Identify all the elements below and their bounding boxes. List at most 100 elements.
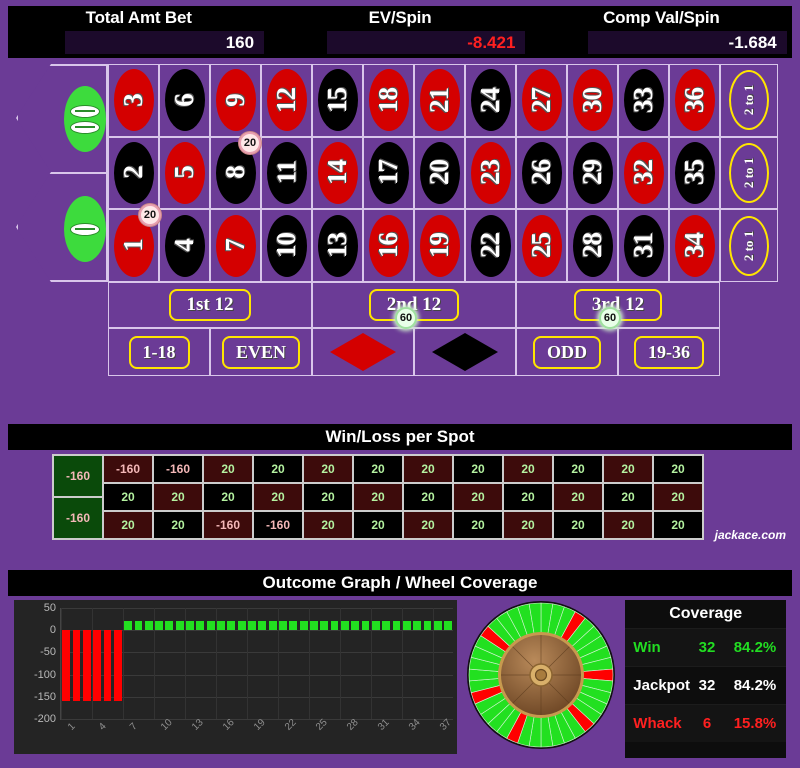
bet-cell-29[interactable]: 29 <box>567 136 618 210</box>
chart-bar <box>82 630 91 702</box>
bet-1-18[interactable]: 1-18 <box>108 328 210 376</box>
chart-y-tick: -100 <box>33 668 56 681</box>
winloss-value: 20 <box>471 518 485 532</box>
stat-label: EV/Spin <box>368 8 432 27</box>
chart-bar <box>330 621 339 631</box>
winloss-cell: 20 <box>453 483 503 511</box>
number-oval: 2 <box>113 141 154 204</box>
bet-cell-10[interactable]: 10 <box>261 209 312 282</box>
chart-bar <box>165 621 174 631</box>
bet-cell-15[interactable]: 15 <box>312 64 363 137</box>
bet-cell-25[interactable]: 25 <box>516 209 567 282</box>
chart-bar <box>423 621 432 631</box>
chart-bar <box>206 621 215 631</box>
number-oval: 17 <box>368 141 409 204</box>
stat-value-box: 160 <box>65 31 265 54</box>
number-label: 5 <box>169 166 199 180</box>
bet-cell-7[interactable]: 7 <box>210 209 261 282</box>
bet-cell-26[interactable]: 26 <box>516 136 567 210</box>
number-oval: 24 <box>470 69 511 132</box>
bet-cell-13[interactable]: 13 <box>312 209 363 282</box>
bet-cell-17[interactable]: 17 <box>363 136 414 210</box>
number-label: 33 <box>628 87 658 113</box>
stat-label: Total Amt Bet <box>85 8 192 27</box>
bet-chip[interactable]: 20 <box>139 204 161 226</box>
bet-red[interactable] <box>312 328 414 376</box>
number-oval: 22 <box>470 214 511 277</box>
bet-black[interactable] <box>414 328 516 376</box>
bet-cell-32[interactable]: 32 <box>618 136 669 210</box>
bet-cell-12[interactable]: 12 <box>261 64 312 137</box>
bet-cell-3[interactable]: 3 <box>108 64 159 137</box>
bet-cell-zero[interactable] <box>16 172 108 282</box>
winloss-cell: 20 <box>653 455 703 483</box>
column-bet-1[interactable]: 2 to 1 <box>720 64 778 137</box>
chart-x-tick: 7 <box>128 721 140 733</box>
bet-cell-24[interactable]: 24 <box>465 64 516 137</box>
winloss-cell: 20 <box>153 483 203 511</box>
winloss-value: 20 <box>571 490 585 504</box>
number-oval: 25 <box>521 214 562 277</box>
number-label: 22 <box>475 233 505 259</box>
zero-pip-icon <box>70 222 100 236</box>
coverage-label: Jackpot <box>633 677 690 694</box>
black-diamond-icon <box>432 333 498 371</box>
number-label: 14 <box>322 160 352 186</box>
winloss-value: 20 <box>421 490 435 504</box>
bet-cell-14[interactable]: 14 <box>312 136 363 210</box>
bet-cell-31[interactable]: 31 <box>618 209 669 282</box>
outcome-panel: Outcome Graph / Wheel Coverage 50 0 -50 -10… <box>8 570 792 762</box>
bet-cell-27[interactable]: 27 <box>516 64 567 137</box>
bet-cell-36[interactable]: 36 <box>669 64 720 137</box>
number-oval: 13 <box>317 214 358 277</box>
bet-cell-6[interactable]: 6 <box>159 64 210 137</box>
stat-total-amt-bet: Total Amt Bet 160 <box>8 6 269 58</box>
bet-cell-22[interactable]: 22 <box>465 209 516 282</box>
dozen-bet-1[interactable]: 1st 12 <box>108 282 312 328</box>
winloss-value: 20 <box>321 462 335 476</box>
bet-chip[interactable]: 60 <box>395 307 417 329</box>
bet-cell-11[interactable]: 11 <box>261 136 312 210</box>
bet-cell-5[interactable]: 5 <box>159 136 210 210</box>
bet-chip[interactable]: 60 <box>599 307 621 329</box>
bet-chip[interactable]: 20 <box>239 132 261 154</box>
winloss-value: -160 <box>215 518 241 532</box>
bet-cell-double-zero[interactable] <box>16 64 108 172</box>
bet-cell-23[interactable]: 23 <box>465 136 516 210</box>
chart-bar <box>433 621 442 631</box>
bet-cell-16[interactable]: 16 <box>363 209 414 282</box>
winloss-cell: 20 <box>153 511 203 539</box>
bet-cell-28[interactable]: 28 <box>567 209 618 282</box>
bet-cell-9[interactable]: 9 <box>210 64 261 137</box>
bet-cell-30[interactable]: 30 <box>567 64 618 137</box>
bet-cell-35[interactable]: 35 <box>669 136 720 210</box>
column-bet-2[interactable]: 2 to 1 <box>720 136 778 210</box>
coverage-title: Coverage <box>669 605 743 622</box>
bet-cell-18[interactable]: 18 <box>363 64 414 137</box>
winloss-grid: -160 -160 -160 -160 20 20 20 20 20 20 20 20 20 20 20 2… <box>52 454 704 540</box>
number-oval: 20 <box>419 141 460 204</box>
number-oval: 6 <box>164 69 205 132</box>
bet-cell-33[interactable]: 33 <box>618 64 669 137</box>
winloss-cell: 20 <box>103 511 153 539</box>
bet-even[interactable]: EVEN <box>210 328 312 376</box>
bet-cell-21[interactable]: 21 <box>414 64 465 137</box>
winloss-cell: 20 <box>253 455 303 483</box>
column-bet-oval: 2 to 1 <box>729 142 769 203</box>
number-label: 29 <box>577 160 607 186</box>
bet-cell-4[interactable]: 4 <box>159 209 210 282</box>
number-oval: 4 <box>164 214 205 277</box>
number-label: 7 <box>220 239 250 252</box>
bet-cell-19[interactable]: 19 <box>414 209 465 282</box>
column-bet-3[interactable]: 2 to 1 <box>720 209 778 282</box>
bet-cell-2[interactable]: 2 <box>108 136 159 210</box>
winloss-value: -160 <box>115 462 141 476</box>
bet-19-36[interactable]: 19-36 <box>618 328 720 376</box>
bet-odd[interactable]: ODD <box>516 328 618 376</box>
winloss-value: 20 <box>671 518 685 532</box>
bet-cell-20[interactable]: 20 <box>414 136 465 210</box>
bet-cell-34[interactable]: 34 <box>669 209 720 282</box>
winloss-cell: 20 <box>553 455 603 483</box>
outside-bets: 1-18 EVEN ODD 19-36 <box>108 328 720 376</box>
chart-bar <box>72 630 81 702</box>
